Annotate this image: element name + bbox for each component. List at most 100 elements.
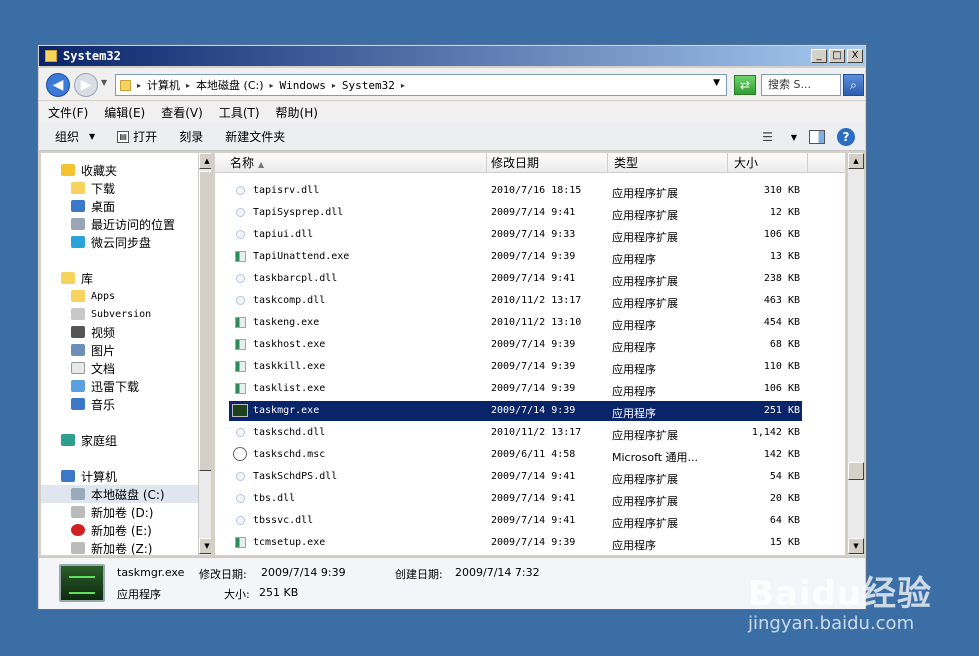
column-header-name[interactable]: 名称 ▲ — [215, 153, 487, 173]
organize-label: 组织 — [55, 130, 80, 144]
menu-help[interactable]: 帮助(H) — [276, 104, 318, 121]
nav-subversion[interactable]: Subversion — [71, 305, 211, 323]
nav-apps[interactable]: Apps — [71, 287, 211, 305]
breadcrumb-drive-c[interactable]: 本地磁盘 (C:) — [196, 77, 263, 93]
file-row[interactable]: taskhost.exe 2009/7/14 9:39 应用程序 68 KB — [229, 335, 802, 355]
nav-xunlei[interactable]: 迅雷下载 — [71, 377, 211, 395]
file-row[interactable]: tbssvc.dll 2009/7/14 9:41 应用程序扩展 64 KB — [229, 511, 802, 531]
file-row[interactable]: taskmgr.exe 2009/7/14 9:39 应用程序 251 KB — [229, 401, 802, 421]
nav-downloads[interactable]: 下载 — [71, 179, 211, 197]
burn-button[interactable]: 刻录 — [179, 128, 203, 145]
chevron-right-icon[interactable]: ▸ — [186, 81, 190, 90]
file-type: 应用程序 — [612, 253, 656, 266]
file-row[interactable]: tapiui.dll 2009/7/14 9:33 应用程序扩展 106 KB — [229, 225, 802, 245]
computer-icon — [61, 470, 75, 482]
maximize-button[interactable]: □ — [829, 49, 845, 63]
nav-music[interactable]: 音乐 — [71, 395, 211, 413]
scroll-down-icon[interactable]: ▼ — [199, 538, 211, 554]
history-dropdown-icon[interactable]: ▼ — [101, 78, 107, 87]
title-bar[interactable]: System32 _ □ X — [39, 46, 865, 66]
nav-drive-c[interactable]: 本地磁盘 (C:) — [41, 485, 198, 503]
column-header-size[interactable]: 大小 — [728, 153, 808, 173]
nav-scrollbar[interactable]: ▲ ▼ — [198, 153, 211, 555]
dll-icon — [236, 472, 245, 481]
nav-videos[interactable]: 视频 — [71, 323, 211, 341]
nav-drive-d[interactable]: 新加卷 (D:) — [71, 503, 211, 521]
chevron-right-icon[interactable]: ▸ — [270, 81, 274, 90]
nav-recent[interactable]: 最近访问的位置 — [71, 215, 211, 233]
view-options-icon[interactable]: ☰ — [762, 130, 773, 144]
nav-desktop[interactable]: 桌面 — [71, 197, 211, 215]
file-list-scrollbar[interactable]: ▲ ▼ — [847, 153, 864, 555]
file-type: 应用程序扩展 — [612, 473, 678, 486]
close-button[interactable]: X — [847, 49, 863, 63]
open-button[interactable]: ▤ 打开 — [117, 128, 157, 145]
menu-edit[interactable]: 编辑(E) — [104, 104, 145, 121]
file-row[interactable]: tasklist.exe 2009/7/14 9:39 应用程序 106 KB — [229, 379, 802, 399]
nav-documents[interactable]: 文档 — [71, 359, 211, 377]
nav-homegroup[interactable]: 家庭组 — [61, 431, 211, 449]
chevron-right-icon[interactable]: ▸ — [332, 81, 336, 90]
nav-drive-e[interactable]: 新加卷 (E:) — [71, 521, 211, 539]
scroll-down-icon[interactable]: ▼ — [848, 538, 864, 554]
help-icon[interactable]: ? — [837, 128, 855, 146]
file-row[interactable]: taskkill.exe 2009/7/14 9:39 应用程序 110 KB — [229, 357, 802, 377]
chevron-down-icon: ▼ — [89, 132, 96, 141]
search-button[interactable]: ⌕ — [843, 74, 864, 96]
breadcrumb-system32[interactable]: System32 — [342, 79, 395, 92]
file-row[interactable]: TapiSysprep.dll 2009/7/14 9:41 应用程序扩展 12 KB — [229, 203, 802, 223]
scroll-up-icon[interactable]: ▲ — [199, 153, 211, 169]
nav-pictures[interactable]: 图片 — [71, 341, 211, 359]
menu-file[interactable]: 文件(F) — [48, 104, 88, 121]
file-row[interactable]: TapiUnattend.exe 2009/7/14 9:39 应用程序 13 KB — [229, 247, 802, 267]
address-bar[interactable]: ▸ 计算机 ▸ 本地磁盘 (C:) ▸ Windows ▸ System32 ▸… — [115, 74, 727, 96]
nav-libraries[interactable]: 库 — [61, 269, 211, 287]
menu-view[interactable]: 查看(V) — [161, 104, 203, 121]
column-header-type[interactable]: 类型 — [608, 153, 728, 173]
chevron-right-icon[interactable]: ▸ — [137, 81, 141, 90]
nav-drive-z[interactable]: 新加卷 (Z:) — [71, 539, 211, 555]
file-row[interactable]: taskschd.msc 2009/6/11 4:58 Microsoft 通用..… — [229, 445, 802, 465]
organize-button[interactable]: 组织 ▼ — [55, 128, 95, 145]
breadcrumb-computer[interactable]: 计算机 — [147, 77, 180, 93]
file-row[interactable]: tapisrv.dll 2010/7/16 18:15 应用程序扩展 310 KB — [229, 181, 802, 201]
file-name: tbs.dll — [253, 493, 296, 504]
address-dropdown-icon[interactable]: ▼ — [713, 78, 720, 88]
file-size: 12 KB — [769, 207, 800, 218]
refresh-button[interactable]: ⇄ — [734, 75, 756, 95]
music-icon — [71, 398, 85, 410]
file-date: 2010/11/2 13:10 — [491, 317, 582, 328]
breadcrumb-windows[interactable]: Windows — [280, 79, 326, 92]
chevron-right-icon[interactable]: ▸ — [401, 81, 405, 90]
nav-computer[interactable]: 计算机 — [61, 467, 211, 485]
search-icon: ⌕ — [850, 78, 857, 92]
new-folder-button[interactable]: 新建文件夹 — [225, 128, 285, 145]
chevron-down-icon[interactable]: ▼ — [791, 133, 797, 142]
file-row[interactable]: taskcomp.dll 2010/11/2 13:17 应用程序扩展 463 KB — [229, 291, 802, 311]
search-input[interactable]: 搜索 S... — [761, 74, 841, 96]
menu-tools[interactable]: 工具(T) — [219, 104, 260, 121]
file-row[interactable]: tbs.dll 2009/7/14 9:41 应用程序扩展 20 KB — [229, 489, 802, 509]
file-type: 应用程序 — [612, 319, 656, 332]
scroll-up-icon[interactable]: ▲ — [848, 153, 864, 169]
preview-pane-icon[interactable] — [809, 130, 825, 144]
minimize-button[interactable]: _ — [811, 49, 827, 63]
file-name: TaskSchdPS.dll — [253, 471, 338, 482]
file-row[interactable]: TaskSchdPS.dll 2009/7/14 9:41 应用程序扩展 54 KB — [229, 467, 802, 487]
file-row[interactable]: taskschd.dll 2010/11/2 13:17 应用程序扩展 1,142 K… — [229, 423, 802, 443]
nav-favorites[interactable]: 收藏夹 — [61, 161, 211, 179]
file-row[interactable]: taskeng.exe 2010/11/2 13:10 应用程序 454 KB — [229, 313, 802, 333]
dll-icon — [236, 296, 245, 305]
nav-weiyun[interactable]: 微云同步盘 — [71, 233, 211, 251]
file-row[interactable]: taskbarcpl.dll 2009/7/14 9:41 应用程序扩展 238 KB — [229, 269, 802, 289]
file-name: taskhost.exe — [253, 339, 326, 350]
exe-icon — [235, 317, 246, 328]
file-size: 251 KB — [763, 405, 800, 416]
scroll-thumb[interactable] — [848, 462, 864, 480]
column-header-date[interactable]: 修改日期 — [487, 153, 608, 173]
file-date: 2009/7/14 9:41 — [491, 471, 576, 482]
back-button[interactable]: ◀ — [46, 73, 70, 97]
file-row[interactable]: tcmsetup.exe 2009/7/14 9:39 应用程序 15 KB — [229, 533, 802, 553]
scroll-thumb[interactable] — [199, 171, 211, 471]
forward-button[interactable]: ▶ — [74, 73, 98, 97]
